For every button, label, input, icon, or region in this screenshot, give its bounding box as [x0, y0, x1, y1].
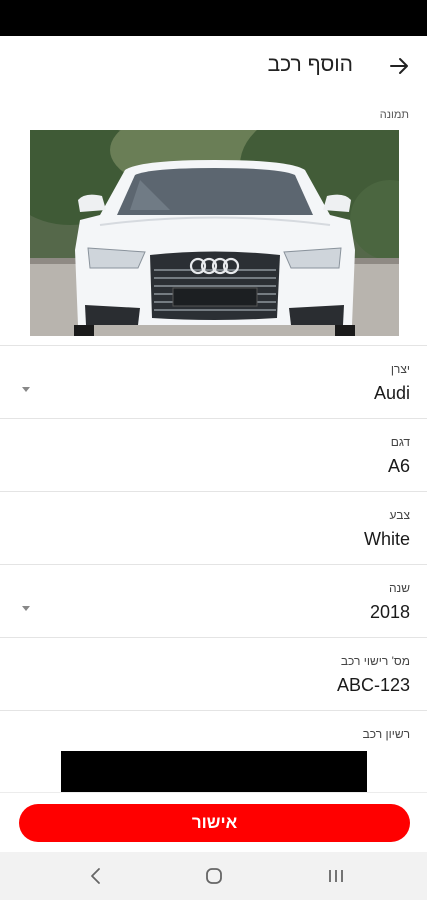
car-photo[interactable] [30, 130, 399, 336]
home-icon [206, 868, 222, 884]
field-year[interactable]: שנה 2018 [0, 565, 427, 638]
form-content[interactable]: תמונה יצרן Audi דגם A6 צבע White שנה 201… [0, 96, 427, 792]
license-image[interactable] [61, 751, 367, 792]
nav-back-button[interactable] [82, 864, 110, 888]
field-label: שנה [388, 581, 410, 595]
photo-label: תמונה [379, 109, 409, 121]
field-manufacturer[interactable]: יצרן Audi [0, 346, 427, 419]
field-value: White [363, 529, 410, 549]
photo-section: תמונה [0, 96, 427, 346]
dropdown-arrow-icon[interactable] [22, 387, 30, 392]
back-button[interactable] [385, 52, 413, 80]
nav-recents-button[interactable] [322, 864, 350, 888]
field-model[interactable]: דגם A6 [0, 419, 427, 492]
field-license-plate[interactable]: מס' רישוי רכב ABC-123 [0, 638, 427, 711]
license-label: רשיון רכב [362, 727, 410, 741]
field-label: צבע [389, 508, 410, 522]
nav-home-button[interactable] [200, 864, 228, 888]
field-label: מס' רישוי רכב [340, 654, 410, 668]
car-image [30, 130, 399, 336]
field-color[interactable]: צבע White [0, 492, 427, 565]
bottom-bar: אישור [0, 792, 427, 852]
field-label: יצרן [390, 362, 410, 376]
dropdown-arrow-icon[interactable] [22, 606, 30, 611]
back-icon [91, 868, 100, 884]
field-value: ABC-123 [336, 675, 410, 695]
field-label: דגם [390, 435, 410, 449]
status-bar [0, 0, 427, 36]
system-nav-bar [0, 852, 427, 900]
field-value: A6 [387, 456, 410, 476]
recents-icon [329, 870, 343, 882]
license-section: רשיון רכב [0, 711, 427, 792]
page-title: הוסף רכב [267, 53, 353, 76]
arrow-back-icon [390, 58, 408, 74]
field-value: Audi [373, 383, 410, 403]
confirm-button[interactable]: אישור [19, 804, 410, 842]
app-bar: הוסף רכב [0, 36, 427, 96]
field-value: 2018 [369, 602, 410, 622]
